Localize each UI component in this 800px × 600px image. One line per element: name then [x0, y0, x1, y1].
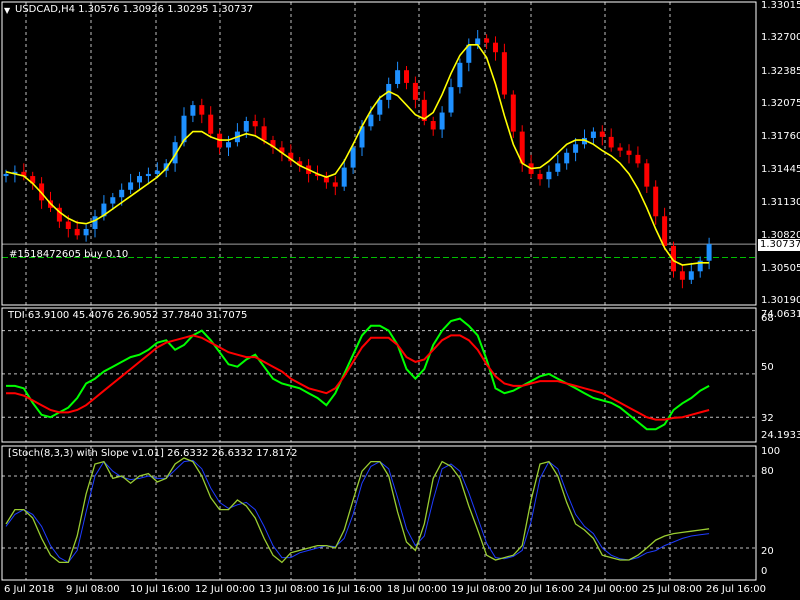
tdi-pane-frame [1, 307, 757, 443]
candle-body [128, 182, 134, 190]
tdi-label: TDI 63.9100 45.4076 26.9052 37.7840 31.7… [8, 310, 248, 321]
time-axis-label: 18 Jul 00:00 [387, 584, 447, 595]
candle-body [332, 182, 338, 187]
stoch-axis-label: 100 [761, 446, 781, 457]
tdi-signal-line [6, 334, 710, 421]
candle-body [190, 105, 196, 116]
candle-body [430, 121, 436, 130]
time-axis-label: 16 Jul 16:00 [322, 584, 382, 595]
price-axis-label: 1.32075 [761, 98, 800, 109]
price-axis-label: 1.31130 [761, 197, 800, 208]
candle-body [154, 170, 160, 174]
chart-symbol-header: USDCAD,H4 1.30576 1.30926 1.30295 1.3073… [15, 4, 254, 15]
trading-chart[interactable] [0, 0, 800, 600]
candle-body [368, 114, 374, 127]
time-axis-label: 20 Jul 16:00 [514, 584, 574, 595]
candle-body [404, 70, 409, 83]
candle-body [653, 186, 659, 217]
candle-body [448, 87, 454, 113]
candle-body [377, 99, 383, 115]
candle-body [493, 42, 498, 53]
candle-body [573, 144, 579, 153]
candle-body [252, 121, 258, 127]
candle-body [510, 94, 516, 132]
candle-body [243, 121, 249, 132]
time-axis-label: 12 Jul 00:00 [195, 584, 255, 595]
candle-body [3, 173, 9, 177]
stoch-main-line [5, 457, 710, 564]
stoch-pane-frame [1, 445, 757, 581]
stoch-axis-label: 20 [761, 546, 774, 557]
candle-body [608, 136, 614, 148]
price-axis-label: 1.33015 [761, 0, 800, 11]
time-axis-label: 25 Jul 08:00 [642, 584, 702, 595]
tdi-axis-label: 24.1933 [761, 430, 800, 441]
candle-body [546, 171, 552, 180]
pane-frames [1, 1, 757, 581]
candle-body [395, 70, 401, 84]
price-axis-label: 1.31445 [761, 164, 800, 175]
candle-body [412, 82, 418, 100]
price-axis-label: 1.32700 [761, 32, 800, 43]
price-axis-label: 1.31760 [761, 131, 800, 142]
candle-body [679, 271, 685, 280]
candle-body [341, 167, 347, 187]
candle-body [706, 244, 712, 261]
candle-body [688, 271, 694, 280]
stoch-axis-label: 80 [761, 466, 774, 477]
candle-body [226, 142, 231, 148]
candle-body [484, 38, 490, 43]
candle-body [626, 150, 632, 155]
candle-body [617, 147, 623, 151]
time-axis-label: 19 Jul 08:00 [451, 584, 511, 595]
candle-body [92, 216, 98, 229]
candle-body [564, 152, 570, 164]
candle-body [350, 147, 356, 168]
candle-body [208, 114, 214, 134]
time-axis-label: 26 Jul 16:00 [706, 584, 766, 595]
price-axis-label: 1.30505 [761, 263, 800, 274]
candle-body [119, 189, 125, 198]
candle-body [137, 176, 142, 183]
candle-body [537, 173, 543, 180]
candle-body [555, 163, 561, 172]
candle-body [590, 131, 596, 138]
candle-body [199, 105, 205, 115]
chart-menu-icon[interactable]: ▼ [4, 5, 10, 17]
current-price-badge: 1.30737 [758, 239, 800, 251]
tdi-axis-label: 68 [761, 313, 774, 324]
candle-body [83, 228, 89, 236]
time-axis-label: 13 Jul 08:00 [259, 584, 319, 595]
price-axis-label: 1.30190 [761, 295, 800, 306]
candle-body [439, 112, 445, 130]
candle-body [65, 221, 71, 229]
candle-body [501, 52, 507, 95]
price-axis-label: 1.32385 [761, 66, 800, 77]
stoch-label: [Stoch(8,3,3) with Slope v1.01] 26.6332 … [8, 448, 298, 459]
candle-body [662, 216, 668, 246]
candle-body [475, 38, 481, 45]
tdi-axis-label: 50 [761, 362, 774, 373]
candle-body [457, 62, 463, 88]
candle-body [74, 228, 80, 236]
time-axis-label: 10 Jul 16:00 [130, 584, 190, 595]
stoch-axis-label: 0 [761, 566, 768, 577]
candle-body [599, 131, 605, 137]
grid-lines [2, 2, 756, 580]
time-axis-label: 24 Jul 00:00 [578, 584, 638, 595]
time-axis-label: 9 Jul 08:00 [66, 584, 120, 595]
moving-average-line [5, 43, 710, 266]
candle-body [644, 163, 650, 187]
candle-body [145, 173, 151, 177]
order-label[interactable]: #1518472605 buy 0.10 [9, 249, 128, 261]
candle-body [110, 197, 116, 204]
candle-body [635, 154, 641, 164]
tdi-axis-label: 32 [761, 413, 774, 424]
time-axis-label: 6 Jul 2018 [4, 584, 55, 595]
candle-body [261, 126, 267, 141]
indicator-lines [5, 43, 710, 564]
